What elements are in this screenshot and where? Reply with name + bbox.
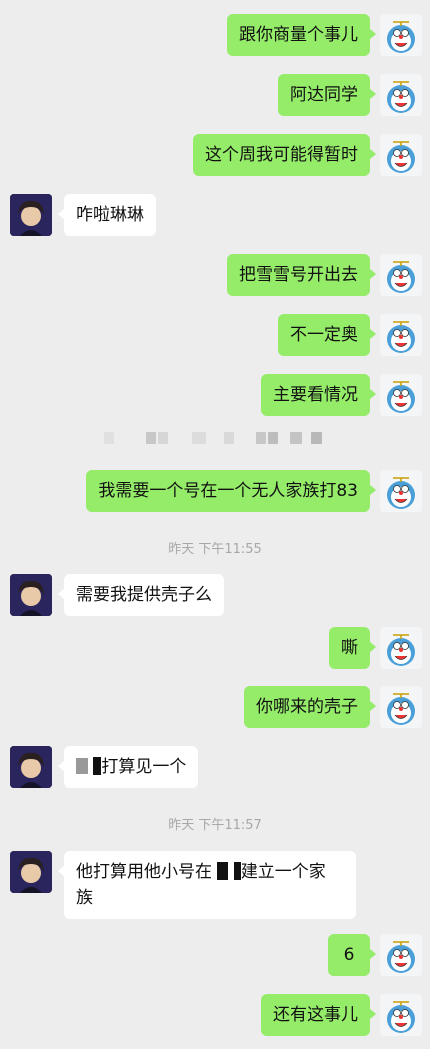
doraemon-avatar-icon[interactable] — [380, 470, 422, 512]
message-text: 6 — [343, 945, 355, 965]
doraemon-avatar-icon[interactable] — [380, 934, 422, 976]
message-text: 族 — [76, 888, 93, 908]
message-bubble[interactable]: 需要我提供壳子么 — [58, 574, 224, 616]
message-text: 主要看情况 — [273, 385, 358, 405]
message-text: 你哪来的壳子 — [256, 697, 358, 717]
message-text: 建立一个家 — [240, 862, 326, 882]
message-bubble[interactable]: 还有这事儿 — [261, 994, 376, 1036]
message-bubble[interactable]: 我需要一个号在一个无人家族打83 — [86, 470, 376, 512]
message-bubble[interactable]: 打算见一个 — [57, 746, 199, 788]
message-text: 把雪雪号开出去 — [239, 265, 358, 285]
doraemon-avatar-icon[interactable] — [380, 627, 422, 669]
message-bubble[interactable]: 他打算用他小号在 建立一个家族 — [58, 851, 356, 919]
message-bubble[interactable]: 主要看情况 — [261, 374, 376, 416]
timestamp: 昨天 下午11:55 — [168, 542, 262, 557]
message-text: 嘶 — [341, 638, 358, 658]
doraemon-avatar-icon[interactable] — [380, 74, 422, 116]
message-bubble[interactable]: 不一定奥 — [278, 314, 376, 356]
message-text: 还有这事儿 — [273, 1005, 358, 1025]
redaction-block — [217, 862, 229, 880]
message-text: 跟你商量个事儿 — [239, 25, 358, 45]
message-bubble[interactable]: 6 — [328, 934, 376, 976]
message-text: 阿达同学 — [290, 85, 358, 105]
message-text: 咋啦琳琳 — [76, 205, 144, 225]
anime-boy-avatar-icon[interactable] — [10, 574, 52, 616]
doraemon-avatar-icon[interactable] — [380, 254, 422, 296]
message-bubble[interactable]: 咋啦琳琳 — [58, 194, 156, 236]
message-text: 我需要一个号在一个无人家族打83 — [98, 481, 358, 501]
message-bubble[interactable]: 嘶 — [329, 627, 376, 669]
message-text: 打算见一个 — [101, 757, 187, 777]
doraemon-avatar-icon[interactable] — [380, 314, 422, 356]
anime-boy-avatar-icon[interactable] — [10, 746, 52, 788]
message-bubble[interactable]: 这个周我可能得暂时 — [193, 134, 376, 176]
redacted-pixel-strip — [0, 432, 430, 446]
redaction-block — [76, 758, 88, 774]
doraemon-avatar-icon[interactable] — [380, 994, 422, 1036]
message-bubble[interactable]: 阿达同学 — [278, 74, 376, 116]
doraemon-avatar-icon[interactable] — [380, 134, 422, 176]
doraemon-avatar-icon[interactable] — [380, 14, 422, 56]
doraemon-avatar-icon[interactable] — [380, 686, 422, 728]
message-text: 他打算用他小号在 — [76, 862, 212, 882]
message-bubble[interactable]: 把雪雪号开出去 — [227, 254, 376, 296]
timestamp: 昨天 下午11:57 — [168, 818, 262, 833]
anime-boy-avatar-icon[interactable] — [10, 194, 52, 236]
anime-boy-avatar-icon[interactable] — [10, 851, 52, 893]
chat-view: 跟你商量个事儿 阿达同学 这个周我可能得暂时 咋啦琳琳 把雪雪号开出去 不一定奥 — [0, 0, 430, 1049]
message-text: 需要我提供壳子么 — [76, 585, 212, 605]
message-text: 不一定奥 — [290, 325, 358, 345]
message-bubble[interactable]: 你哪来的壳子 — [244, 686, 376, 728]
redaction-block — [233, 862, 241, 880]
message-bubble[interactable]: 跟你商量个事儿 — [227, 14, 376, 56]
message-text: 这个周我可能得暂时 — [205, 145, 358, 165]
doraemon-avatar-icon[interactable] — [380, 374, 422, 416]
